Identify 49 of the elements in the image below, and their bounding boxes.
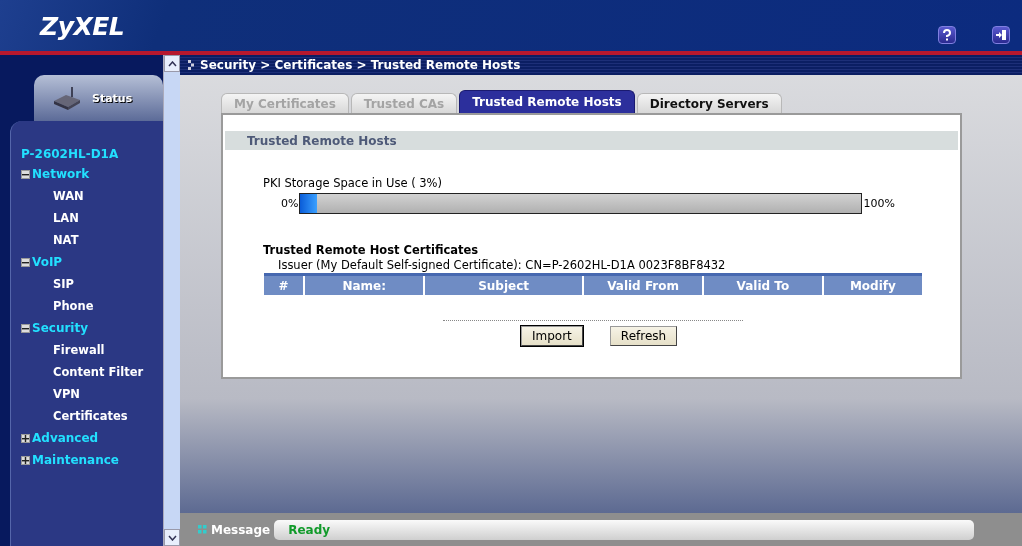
storage-label: PKI Storage Space in Use ( 3%) xyxy=(263,176,444,190)
collapse-icon[interactable] xyxy=(21,169,30,179)
column-header: Valid From xyxy=(584,276,704,295)
column-header: # xyxy=(264,276,306,295)
scrollbar[interactable] xyxy=(163,55,180,546)
nav-item[interactable]: Firewall xyxy=(53,343,105,357)
nav-group[interactable]: VoIP xyxy=(32,255,63,269)
nav-item[interactable]: NAT xyxy=(53,233,79,247)
expand-icon[interactable] xyxy=(21,455,30,465)
tab[interactable]: Trusted Remote Hosts xyxy=(459,90,635,113)
section-title: Trusted Remote Hosts xyxy=(225,131,958,150)
nav-item[interactable]: Certificates xyxy=(53,409,128,423)
nav-item[interactable]: LAN xyxy=(53,211,79,225)
message-field: Ready xyxy=(274,519,975,540)
logout-icon[interactable] xyxy=(992,26,1010,44)
column-header: Modify xyxy=(848,277,897,295)
nav-group[interactable]: Network xyxy=(32,167,90,181)
breadcrumb-icon xyxy=(188,60,194,70)
nav-group[interactable]: Advanced xyxy=(32,431,99,445)
certificates-title: Trusted Remote Host Certificates xyxy=(263,243,480,257)
router-icon xyxy=(52,86,82,110)
scroll-up-icon[interactable] xyxy=(164,55,180,72)
zyxel-logo: ZyXEL xyxy=(40,12,125,41)
device-name: P-2602HL-D1A xyxy=(21,147,120,161)
collapse-icon[interactable] xyxy=(21,323,30,333)
expand-icon[interactable] xyxy=(21,433,30,443)
message-label: Message xyxy=(211,522,271,537)
nav-item[interactable]: WAN xyxy=(53,189,84,203)
scroll-down-icon[interactable] xyxy=(164,529,180,546)
nav-item[interactable]: Content Filter xyxy=(53,365,144,379)
nav-group[interactable]: Maintenance xyxy=(32,453,119,467)
nav-item[interactable]: Phone xyxy=(53,299,94,313)
grip-icon xyxy=(198,525,207,534)
import-button[interactable]: Import xyxy=(521,326,583,346)
breadcrumb: Security > Certificates > Trusted Remote Hosts xyxy=(200,58,521,72)
tab[interactable]: Directory Servers xyxy=(636,93,782,113)
issuer-text: Issuer (My Default Self-signed Certificate): CN=P-2602HL-D1A 0023F8BF8432 xyxy=(278,258,727,272)
refresh-button[interactable]: Refresh xyxy=(609,326,678,346)
nav-item[interactable]: VPN xyxy=(53,387,80,401)
column-header: Name: xyxy=(305,276,426,295)
min-label: 0% xyxy=(281,197,299,210)
nav-group[interactable]: Security xyxy=(32,321,89,335)
column-header: Valid To xyxy=(704,276,824,295)
help-icon[interactable] xyxy=(938,26,956,44)
nav-item[interactable]: SIP xyxy=(53,277,74,291)
status-label: Status xyxy=(92,91,133,105)
collapse-icon[interactable] xyxy=(21,257,30,267)
max-label: 100% xyxy=(863,197,895,210)
column-header: Subject xyxy=(425,276,585,295)
